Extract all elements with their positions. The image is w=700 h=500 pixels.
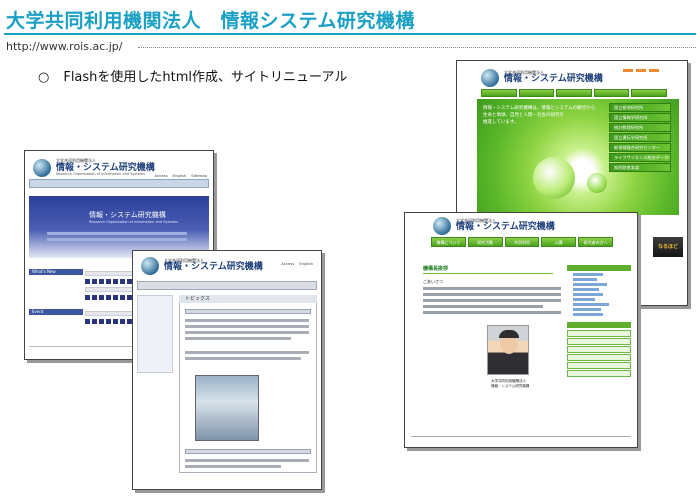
globe-logo-icon [141, 257, 159, 275]
event-heading: Event [29, 309, 83, 315]
director-portrait [487, 325, 529, 375]
right-sidebar [567, 265, 631, 378]
global-nav-tabs: 機構について 研究活動 共同利用 公募 研究者の方へ [431, 237, 613, 247]
bullet-text: Flashを使用したhtml作成、サイトリニューアル [63, 70, 348, 85]
globe-logo-icon [33, 159, 51, 177]
sphere-graphic [533, 157, 575, 199]
topic-title-bar[interactable] [185, 309, 311, 314]
left-nav[interactable] [137, 295, 173, 373]
header-buttons [623, 69, 659, 72]
promo-badge[interactable]: なるほど [653, 237, 683, 257]
page-footer [411, 436, 631, 441]
site-url[interactable]: http://www.rois.ac.jp/ [6, 40, 123, 53]
header-links: Access English [281, 261, 313, 266]
global-nav[interactable] [137, 281, 317, 290]
portrait-caption: 大学共同利用機関法人 情報・システム研究機構 [491, 379, 530, 388]
institute-menu: 国立極地研究所 国立情報学研究所 統計数理研究所 国立遺伝学研究所 新領域融合研… [609, 103, 671, 173]
site-logo[interactable]: 大学共同利用機関法人 情報・システム研究機構 [481, 69, 603, 87]
topics-heading: トピックス [179, 295, 317, 303]
menu-item[interactable]: 統計数理研究所 [609, 123, 671, 132]
menu-item[interactable]: ライフサイエンス統合データベースセンター [609, 153, 671, 162]
global-nav[interactable] [29, 179, 209, 188]
global-nav-tabs [481, 89, 667, 97]
site-logo[interactable]: 大学共同利用機関法人 情報・システム研究機構 Research Organiza… [33, 159, 155, 177]
screenshot-director-page: 大学共同利用機関法人 情報・システム研究機構 機構について 研究活動 共同利用 … [404, 212, 638, 448]
menu-item[interactable]: 国立情報学研究所 [609, 113, 671, 122]
menu-item[interactable]: 知的財産本部 [609, 163, 671, 172]
page-heading: 機構長挨拶 [423, 266, 449, 272]
globe-logo-icon [481, 69, 499, 87]
sphere-graphic [587, 173, 607, 193]
hero-banner: 情報・システム研究機構 Research Organization of Inf… [29, 196, 209, 258]
screenshot-topics-page: 大学共同利用機関法人 情報・システム研究機構 Access English トピ… [132, 250, 322, 490]
menu-item[interactable]: 国立極地研究所 [609, 103, 671, 112]
title-rule [4, 33, 696, 35]
site-logo[interactable]: 大学共同利用機関法人 情報・システム研究機構 [141, 257, 263, 275]
bullet-circle-icon: ○ [38, 70, 50, 85]
bullet-line: ○ Flashを使用したhtml作成、サイトリニューアル [38, 66, 347, 85]
topic-photo [195, 375, 259, 441]
menu-item[interactable]: 国立遺伝学研究所 [609, 133, 671, 142]
hero-text: 情報・システム研究機構は、情報とシステムの観点から 生命と地球、自然と人間・社会… [483, 106, 596, 125]
site-logo[interactable]: 大学共同利用機関法人 情報・システム研究機構 [433, 217, 555, 235]
globe-logo-icon [433, 217, 451, 235]
whats-new-heading: What's New [29, 269, 83, 275]
dotted-divider [138, 47, 696, 48]
header-links: Access English Sitemap [154, 173, 207, 178]
slide-title: 大学共同利用機関法人 情報システム研究機構 [6, 10, 415, 32]
menu-item[interactable]: 新領域融合研究センター [609, 143, 671, 152]
topic-title-bar[interactable] [185, 449, 311, 454]
